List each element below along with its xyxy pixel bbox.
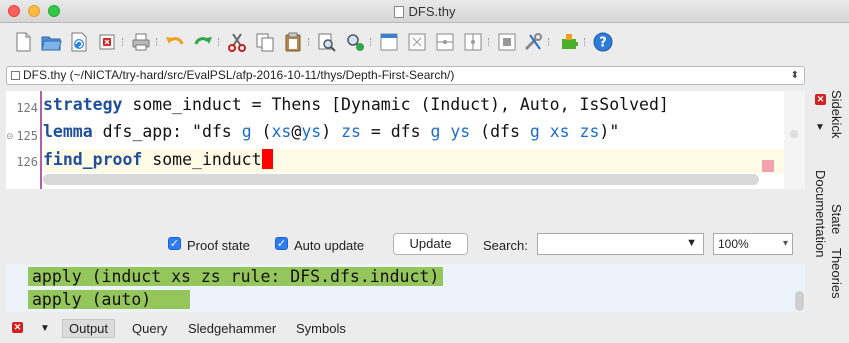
toolbar-separator (488, 38, 490, 46)
svg-text:?: ? (599, 36, 607, 51)
output-line: apply (auto) (28, 290, 190, 309)
reload-icon[interactable] (68, 31, 90, 53)
search-input[interactable]: ▼ (537, 233, 704, 255)
plugins-icon[interactable] (558, 31, 580, 53)
toolbar-separator (548, 38, 550, 46)
undo-icon[interactable] (164, 31, 186, 53)
line-number: 124 (16, 101, 38, 115)
dropdown-arrow-icon[interactable]: ▼ (686, 237, 697, 249)
open-folder-icon[interactable] (40, 31, 62, 53)
split-horizontal-icon[interactable] (434, 31, 456, 53)
line-gutter: ⊝ 124 125 126 (6, 91, 42, 189)
split-vertical-icon[interactable] (462, 31, 484, 53)
toolbar-separator (584, 38, 586, 46)
zoom-select[interactable]: 100% ▾ (713, 233, 793, 255)
replace-icon[interactable] (344, 31, 366, 53)
right-dock: ✕ ▼ Sidekick Documentation State Theorie… (805, 88, 849, 338)
line-number: 126 (16, 155, 38, 169)
text-cursor (261, 149, 273, 169)
tab-state[interactable]: State (829, 204, 844, 234)
tools-icon[interactable] (522, 31, 544, 53)
search-label: Search: (483, 238, 528, 253)
tab-sledgehammer[interactable]: Sledgehammer (188, 321, 276, 336)
fold-marker-icon[interactable]: ⊝ (6, 131, 14, 142)
proof-state-checkbox[interactable]: ✓ (168, 237, 181, 250)
find-icon[interactable] (316, 31, 338, 53)
dock-menu-icon[interactable]: ▼ (40, 323, 50, 334)
chevron-updown-icon[interactable]: ⬍ (791, 67, 799, 84)
code-line: lemma dfs_app: "dfs g (xs@ys) zs = dfs g… (43, 122, 620, 141)
keyword: find_proof (43, 150, 143, 169)
auto-update-checkbox[interactable]: ✓ (275, 237, 288, 250)
auto-update-label: Auto update (294, 238, 365, 253)
title-bar: DFS.thy (0, 0, 849, 23)
bottom-dock: ✕ ▼ Output Query Sledgehammer Symbols (0, 316, 805, 343)
code-line: strategy some_induct = Thens [Dynamic (I… (43, 95, 669, 114)
output-line: apply (induct xs zs rule: DFS.dfs.induct… (28, 267, 444, 286)
tab-documentation[interactable]: Documentation (813, 170, 828, 257)
window-title: DFS.thy (0, 4, 849, 19)
new-file-icon[interactable] (12, 31, 34, 53)
close-right-dock-icon[interactable]: ✕ (815, 94, 826, 105)
tab-sidekick[interactable]: Sidekick (829, 90, 844, 138)
keyword: strategy (43, 95, 123, 114)
toolbar-separator (156, 38, 158, 46)
vertical-scrollbar[interactable] (795, 291, 804, 311)
update-button[interactable]: Update (393, 233, 468, 255)
keyword: lemma (43, 122, 93, 141)
proof-state-label: Proof state (187, 238, 250, 253)
buffer-selector[interactable]: DFS.thy (~/NICTA/try-hard/src/EvalPSL/af… (6, 66, 805, 85)
chevron-down-icon: ▾ (782, 238, 788, 249)
close-dock-icon[interactable]: ✕ (12, 322, 23, 333)
scroll-indicator (790, 130, 798, 138)
overview-ruler[interactable] (784, 91, 805, 189)
line-number: 125 (16, 129, 38, 143)
error-marker[interactable] (762, 160, 774, 172)
text-editor[interactable]: ⊝ 124 125 126 strategy some_induct = The… (6, 91, 784, 189)
tab-symbols[interactable]: Symbols (296, 321, 346, 336)
output-controls: ✓ Proof state ✓ Auto update Update Searc… (0, 229, 805, 259)
unsplit-icon[interactable] (496, 31, 518, 53)
cut-icon[interactable] (226, 31, 248, 53)
paste-icon[interactable] (282, 31, 304, 53)
document-icon (393, 6, 404, 18)
toolbar-separator (122, 38, 124, 46)
checkbox-icon (11, 71, 20, 80)
tab-query[interactable]: Query (132, 321, 167, 336)
toolbar-separator (218, 38, 220, 46)
redo-icon[interactable] (192, 31, 214, 53)
right-dock-menu-icon[interactable]: ▼ (815, 122, 825, 133)
buffer-path: DFS.thy (~/NICTA/try-hard/src/EvalPSL/af… (23, 68, 455, 82)
toolbar-separator (308, 38, 310, 46)
tab-theories[interactable]: Theories (829, 248, 844, 299)
toolbar: ? (0, 24, 849, 62)
close-buffer-icon[interactable] (96, 31, 118, 53)
zoom-icon[interactable] (406, 31, 428, 53)
horizontal-scrollbar[interactable] (43, 174, 759, 185)
output-panel[interactable]: apply (induct xs zs rule: DFS.dfs.induct… (6, 264, 805, 312)
help-icon[interactable]: ? (592, 31, 614, 53)
tab-output[interactable]: Output (62, 319, 116, 338)
toolbar-separator (370, 38, 372, 46)
copy-icon[interactable] (254, 31, 276, 53)
print-icon[interactable] (130, 31, 152, 53)
fullscreen-icon[interactable] (378, 31, 400, 53)
code-line: find_proof some_induct (43, 149, 273, 169)
